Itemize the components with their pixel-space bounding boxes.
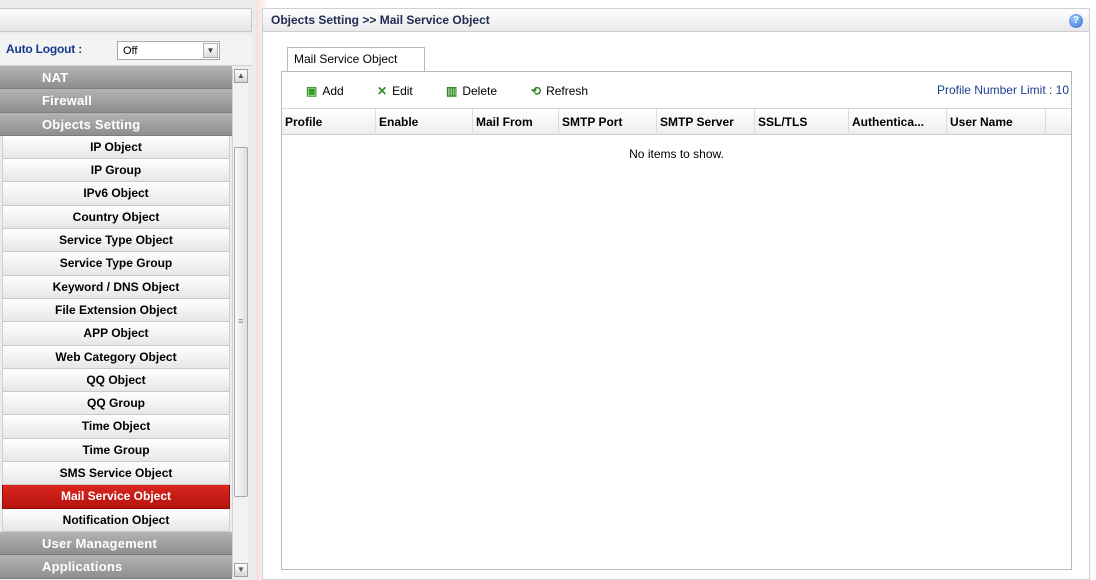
column-header[interactable]: SMTP Port	[559, 109, 657, 135]
sidebar: Auto Logout : Off ▼ NAT Firewall Objects S…	[0, 0, 256, 580]
delete-label: Delete	[462, 84, 498, 98]
sidebar-item-web-category-object[interactable]: Web Category Object	[2, 345, 230, 369]
column-header[interactable]: User Name	[947, 109, 1046, 135]
column-header[interactable]: Enable	[376, 109, 473, 135]
sidebar-item-nat[interactable]: NAT	[0, 66, 232, 90]
column-header[interactable]: SSL/TLS	[755, 109, 849, 135]
sidebar-item-service-type-group[interactable]: Service Type Group	[2, 252, 230, 276]
table-header: Profile Enable Mail From SMTP Port SMTP …	[282, 109, 1071, 135]
sidebar-item-service-type-object[interactable]: Service Type Object	[2, 229, 230, 253]
sidebar-item-time-object[interactable]: Time Object	[2, 415, 230, 439]
tab-mail-service-object[interactable]: Mail Service Object	[287, 47, 425, 71]
sidebar-item-qq-group[interactable]: QQ Group	[2, 392, 230, 416]
sidebar-item-file-extension-object[interactable]: File Extension Object	[2, 298, 230, 323]
empty-message: No items to show.	[629, 147, 724, 161]
grip-icon: ≡	[238, 316, 244, 326]
sidebar-item-time-group[interactable]: Time Group	[2, 438, 230, 463]
breadcrumb: Objects Setting >> Mail Service Object	[271, 13, 490, 27]
scroll-up-icon[interactable]: ▲	[234, 69, 248, 83]
sidebar-item-ip-group[interactable]: IP Group	[2, 159, 230, 183]
trash-icon: ▥	[446, 84, 458, 98]
scroll-down-icon[interactable]: ▼	[234, 563, 248, 577]
sidebar-item-ip-object[interactable]: IP Object	[2, 135, 230, 160]
sidebar-item-firewall[interactable]: Firewall	[0, 89, 232, 113]
edit-label: Edit	[392, 84, 413, 98]
refresh-button[interactable]: ⟲ Refresh	[531, 84, 588, 98]
delete-button[interactable]: ▥ Delete	[446, 84, 497, 98]
auto-logout-bar: Auto Logout : Off ▼	[0, 34, 252, 66]
sidebar-item-notification-object[interactable]: Notification Object	[2, 508, 230, 532]
refresh-label: Refresh	[546, 84, 589, 98]
add-label: Add	[322, 84, 344, 98]
column-header[interactable]: SMTP Server	[657, 109, 755, 135]
sidebar-item-sms-service-object[interactable]: SMS Service Object	[2, 462, 230, 486]
sidebar-item-mail-service-object[interactable]: Mail Service Object	[2, 485, 230, 509]
auto-logout-select[interactable]: Off ▼	[117, 41, 220, 60]
edit-button[interactable]: ✕ Edit	[377, 84, 413, 98]
add-button[interactable]: ▣ Add	[306, 84, 344, 98]
chevron-down-icon[interactable]: ▼	[203, 43, 218, 58]
auto-logout-value: Off	[123, 45, 138, 57]
column-header[interactable]: Profile	[282, 109, 376, 135]
sidebar-item-app-object[interactable]: APP Object	[2, 322, 230, 346]
sidebar-item-keyword-dns-object[interactable]: Keyword / DNS Object	[2, 275, 230, 299]
profile-grid: ▣ Add ✕ Edit ▥ Delete ⟲ Refresh Profile Numb…	[281, 71, 1072, 570]
page-title-bar: Objects Setting >> Mail Service Object ?	[263, 9, 1089, 32]
sidebar-item-country-object[interactable]: Country Object	[2, 205, 230, 230]
sidebar-item-qq-object[interactable]: QQ Object	[2, 368, 230, 393]
add-icon: ▣	[306, 84, 318, 98]
help-icon[interactable]: ?	[1069, 14, 1083, 28]
auto-logout-label: Auto Logout :	[6, 42, 83, 56]
sidebar-item-objects-setting[interactable]: Objects Setting	[0, 112, 232, 136]
scrollbar-thumb[interactable]: ≡	[234, 147, 248, 497]
sidebar-item-applications[interactable]: Applications	[0, 555, 232, 579]
sidebar-top-bar	[0, 8, 252, 32]
refresh-icon: ⟲	[531, 84, 542, 98]
profile-limit-text: Profile Number Limit : 10	[936, 83, 1069, 97]
edit-icon: ✕	[377, 84, 388, 98]
column-header[interactable]: Mail From	[473, 109, 559, 135]
sidebar-scrollbar[interactable]: ▲ ≡ ▼	[232, 69, 248, 577]
sidebar-item-ipv6-object[interactable]: IPv6 Object	[2, 182, 230, 206]
sidebar-item-user-management[interactable]: User Management	[0, 531, 232, 556]
sidebar-menu: NAT Firewall Objects Setting IP Object IP Gr…	[0, 66, 232, 580]
column-header[interactable]: Authentica...	[849, 109, 947, 135]
grid-toolbar: ▣ Add ✕ Edit ▥ Delete ⟲ Refresh Profile Numb…	[282, 72, 1071, 109]
